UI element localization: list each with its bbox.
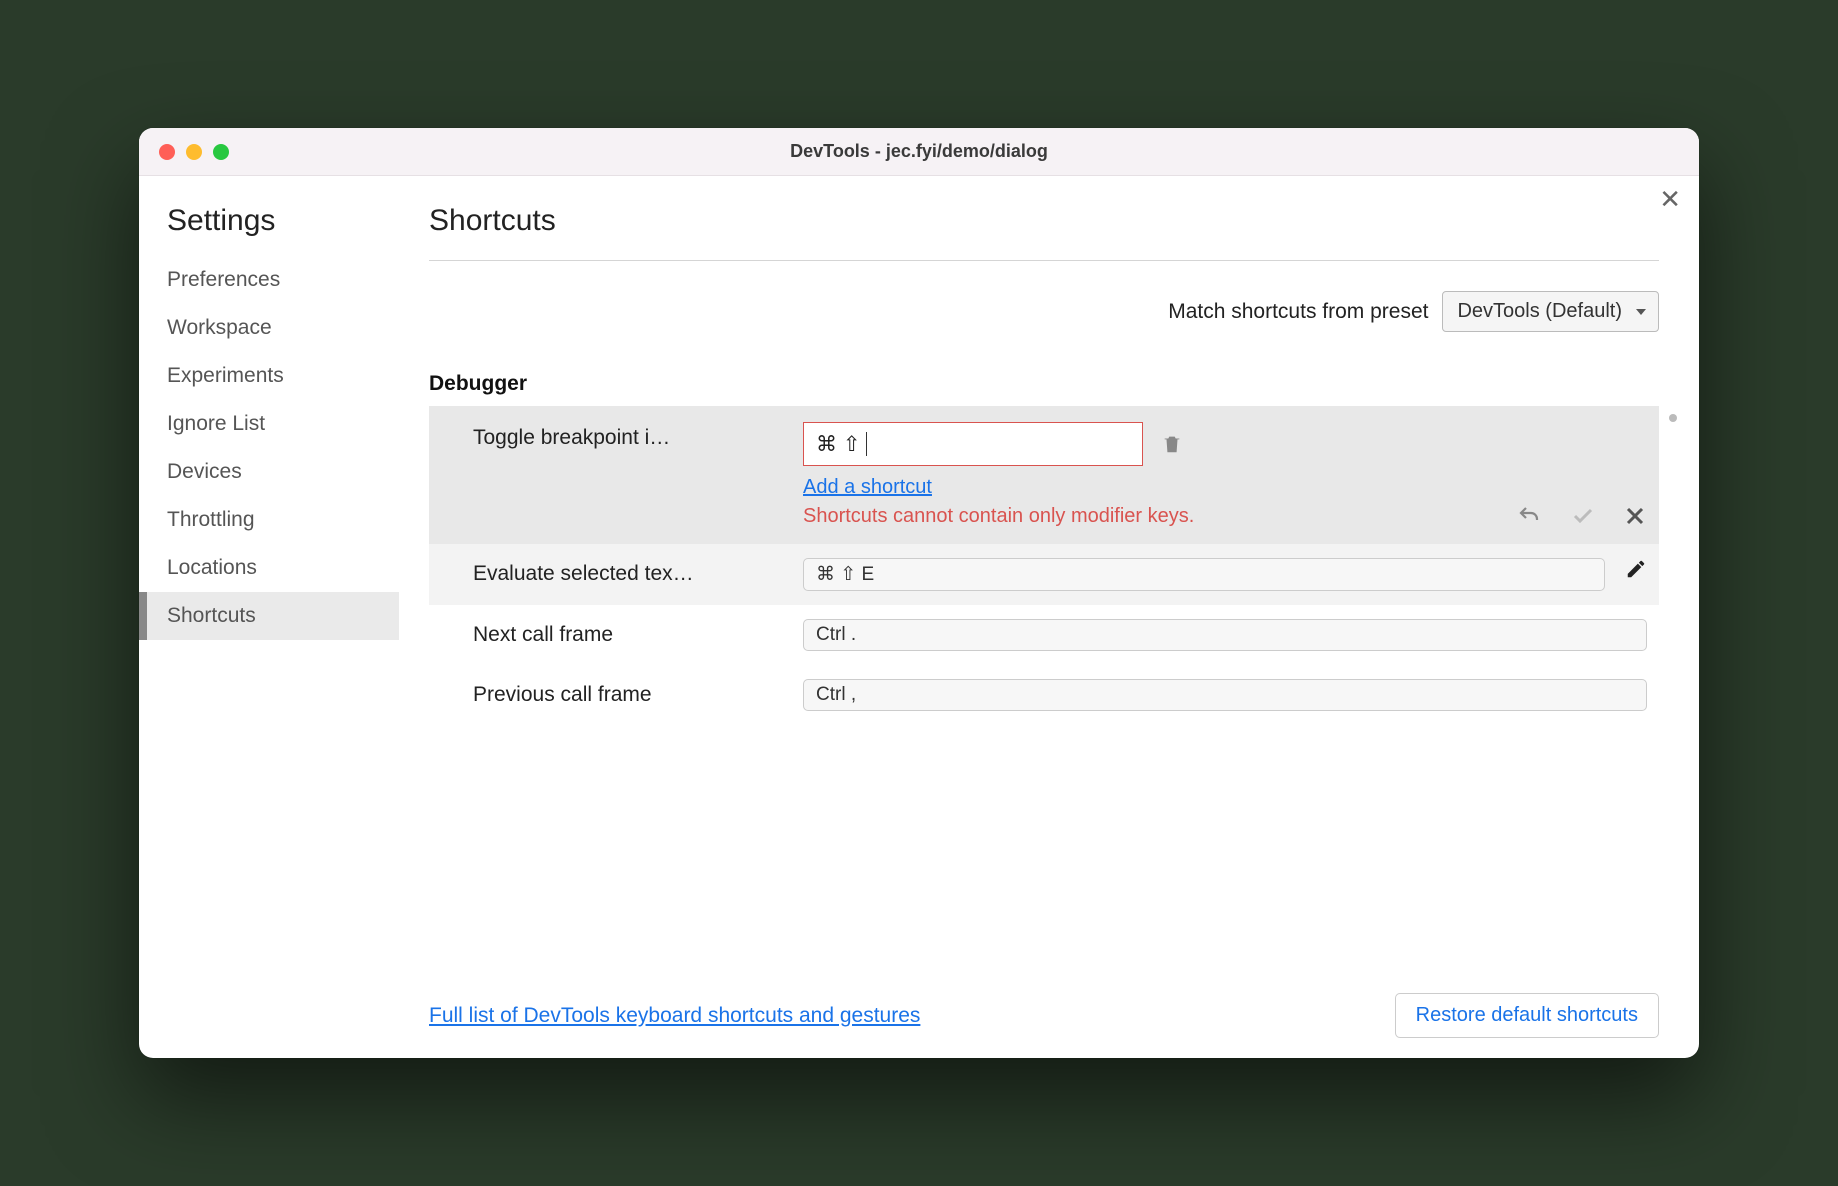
trash-icon[interactable] bbox=[1161, 432, 1183, 456]
sidebar-item-shortcuts[interactable]: Shortcuts bbox=[139, 592, 399, 640]
scrollbar-thumb[interactable] bbox=[1669, 414, 1677, 422]
main-panel: ✕ Shortcuts Match shortcuts from preset … bbox=[399, 176, 1699, 1058]
shortcut-edit-column: ⌘ ⇧ Add a shortcut Shortcuts cannot cont… bbox=[803, 422, 1495, 528]
shortcut-row: Evaluate selected tex… ⌘ ⇧ E bbox=[429, 544, 1659, 605]
add-shortcut-link[interactable]: Add a shortcut bbox=[803, 476, 1495, 499]
shortcut-label: Next call frame bbox=[473, 619, 783, 647]
shortcut-keys-column: Ctrl . bbox=[803, 619, 1647, 651]
shortcut-row: Next call frame Ctrl . bbox=[429, 605, 1659, 665]
sidebar-heading: Settings bbox=[139, 204, 399, 256]
sidebar-item-devices[interactable]: Devices bbox=[139, 448, 399, 496]
text-caret bbox=[866, 432, 867, 456]
cancel-icon[interactable] bbox=[1623, 504, 1647, 528]
footer: Full list of DevTools keyboard shortcuts… bbox=[429, 973, 1659, 1038]
shortcut-row: Previous call frame Ctrl , bbox=[429, 665, 1659, 725]
shortcut-error-message: Shortcuts cannot contain only modifier k… bbox=[803, 505, 1283, 528]
devtools-window: DevTools - jec.fyi/demo/dialog Settings … bbox=[139, 128, 1699, 1058]
titlebar: DevTools - jec.fyi/demo/dialog bbox=[139, 128, 1699, 176]
preset-row: Match shortcuts from preset DevTools (De… bbox=[429, 291, 1659, 332]
close-icon[interactable]: ✕ bbox=[1659, 186, 1681, 212]
restore-defaults-button[interactable]: Restore default shortcuts bbox=[1395, 993, 1659, 1038]
shortcut-row-editing: Toggle breakpoint i… ⌘ ⇧ Add a shortcut bbox=[429, 406, 1659, 544]
sidebar-item-experiments[interactable]: Experiments bbox=[139, 352, 399, 400]
sidebar-item-ignore-list[interactable]: Ignore List bbox=[139, 400, 399, 448]
confirm-icon[interactable] bbox=[1569, 504, 1597, 528]
undo-icon[interactable] bbox=[1515, 504, 1543, 528]
keyboard-shortcut: Ctrl . bbox=[803, 619, 1647, 651]
shortcut-list: Toggle breakpoint i… ⌘ ⇧ Add a shortcut bbox=[429, 406, 1659, 725]
preset-dropdown[interactable]: DevTools (Default) bbox=[1442, 291, 1659, 332]
shortcut-input-keys: ⌘ ⇧ bbox=[816, 432, 860, 457]
sidebar-item-throttling[interactable]: Throttling bbox=[139, 496, 399, 544]
section-heading: Debugger bbox=[429, 372, 1659, 396]
shortcut-keys-column: ⌘ ⇧ E bbox=[803, 558, 1605, 591]
shortcut-label: Toggle breakpoint i… bbox=[473, 422, 783, 450]
sidebar: Settings Preferences Workspace Experimen… bbox=[139, 176, 399, 1058]
shortcut-input[interactable]: ⌘ ⇧ bbox=[803, 422, 1143, 466]
shortcut-label: Evaluate selected tex… bbox=[473, 558, 783, 586]
edit-actions bbox=[1515, 504, 1647, 528]
keyboard-shortcut: Ctrl , bbox=[803, 679, 1647, 711]
shortcut-input-row: ⌘ ⇧ bbox=[803, 422, 1495, 466]
sidebar-item-workspace[interactable]: Workspace bbox=[139, 304, 399, 352]
shortcut-keys-column: Ctrl , bbox=[803, 679, 1647, 711]
full-list-link[interactable]: Full list of DevTools keyboard shortcuts… bbox=[429, 1004, 920, 1028]
content: Settings Preferences Workspace Experimen… bbox=[139, 176, 1699, 1058]
sidebar-item-locations[interactable]: Locations bbox=[139, 544, 399, 592]
window-title: DevTools - jec.fyi/demo/dialog bbox=[139, 141, 1699, 162]
edit-icon[interactable] bbox=[1625, 558, 1647, 580]
shortcut-label: Previous call frame bbox=[473, 679, 783, 707]
preset-label: Match shortcuts from preset bbox=[1168, 300, 1428, 324]
keyboard-shortcut: ⌘ ⇧ E bbox=[803, 558, 1605, 591]
sidebar-item-preferences[interactable]: Preferences bbox=[139, 256, 399, 304]
page-title: Shortcuts bbox=[429, 204, 1659, 261]
preset-value: DevTools (Default) bbox=[1457, 300, 1622, 322]
